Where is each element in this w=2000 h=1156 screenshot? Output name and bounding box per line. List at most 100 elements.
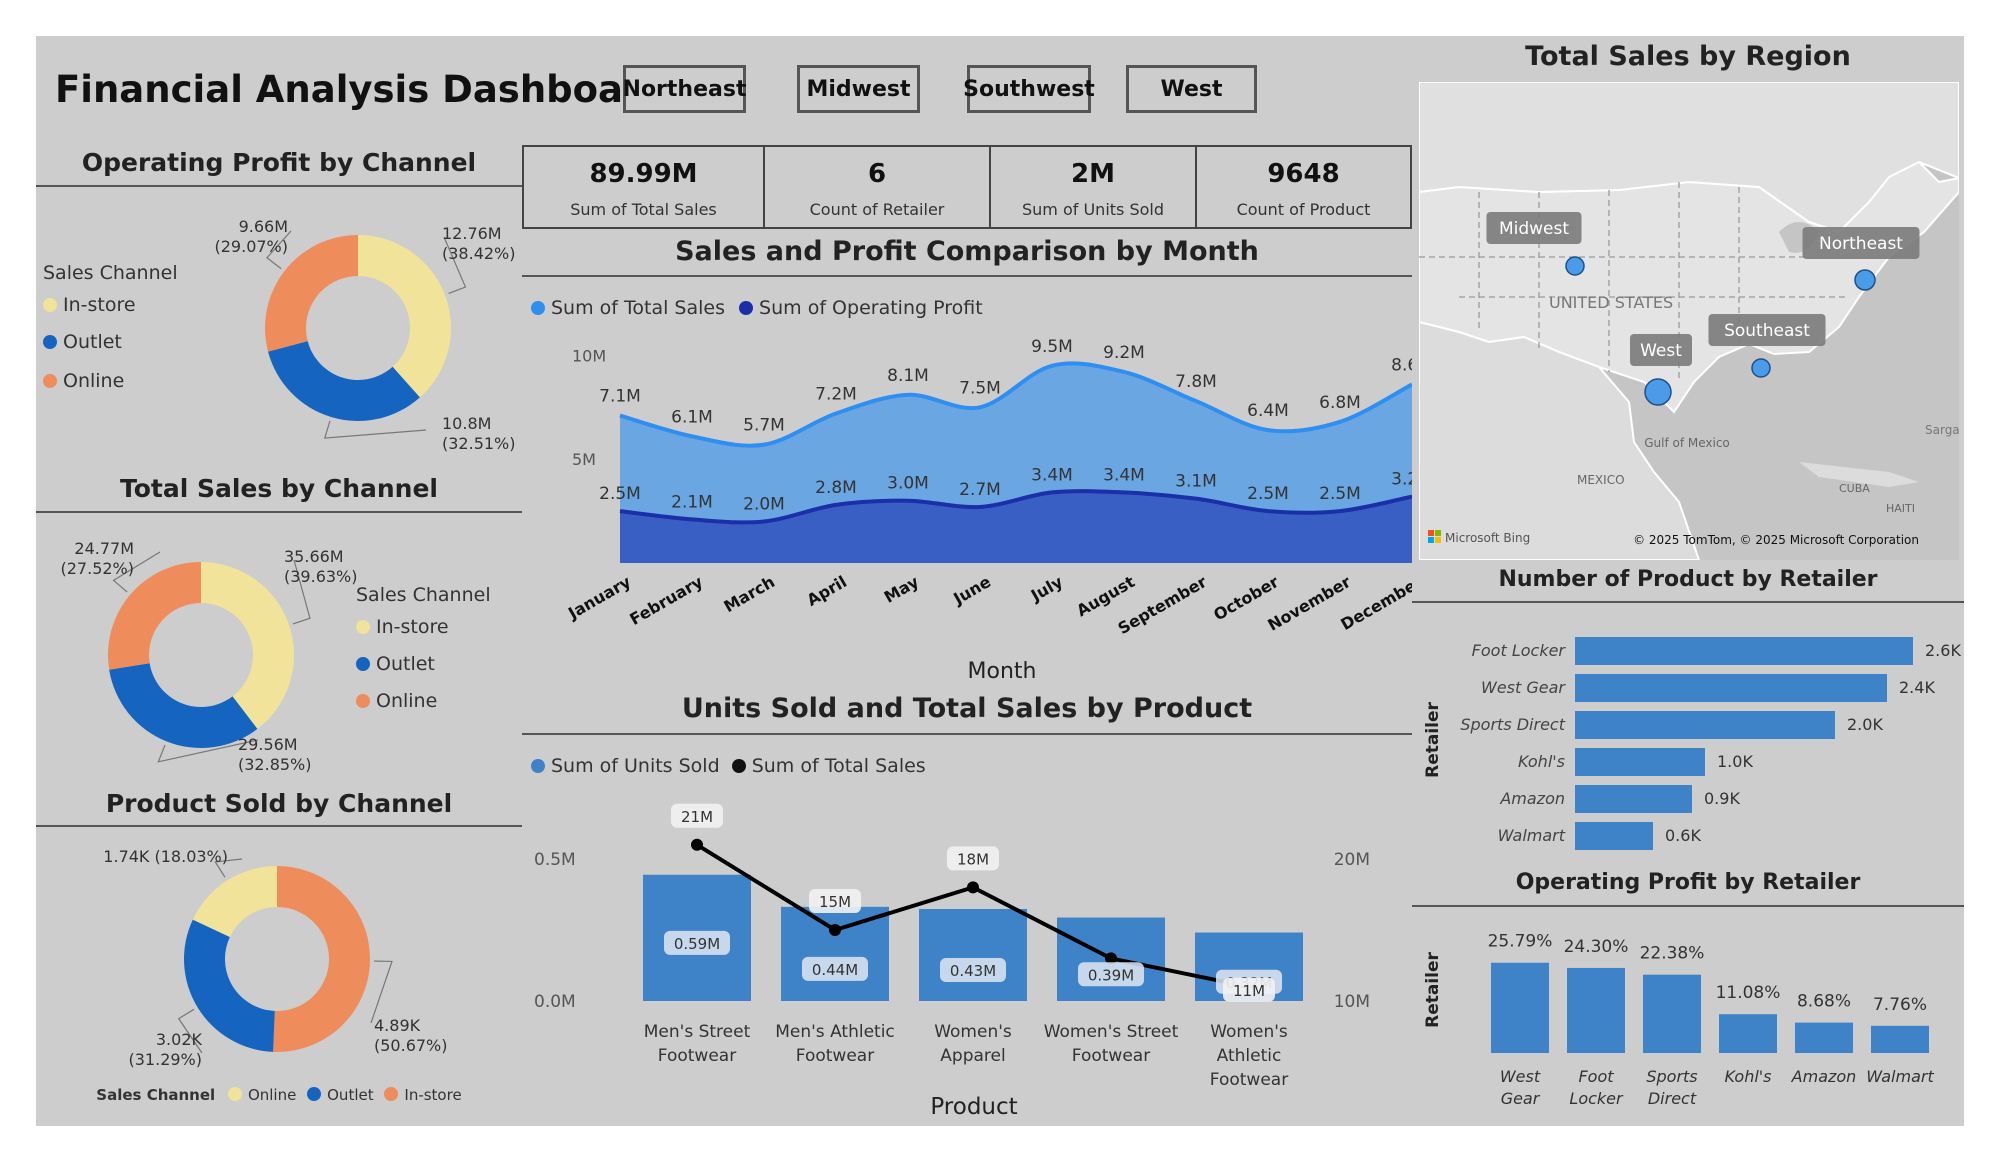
region-label: West — [1640, 341, 1682, 361]
slicer-southwest[interactable]: Southwest — [963, 65, 1095, 113]
bar — [1575, 674, 1887, 702]
x-tick-label: Direct — [1648, 1089, 1697, 1108]
slice-label: 35.66M — [284, 547, 344, 566]
bing-logo-icon — [1428, 530, 1434, 536]
region-map[interactable]: UNITED STATES MEXICO Gulf of Mexico CUBA HAI… — [1419, 82, 1959, 560]
slicer-northeast[interactable]: Northeast — [623, 65, 746, 113]
op-profit-retailer-bar-chart[interactable]: Retailer 25.79% West Gear 24.30% Foot Locker 22… — [1412, 910, 1964, 1126]
slicer-midwest[interactable]: Midwest — [797, 65, 920, 113]
map-title: Total Sales by Region — [1525, 41, 1851, 72]
divider — [522, 275, 1412, 277]
data-label: 8.1M — [887, 366, 929, 386]
kpi-value: 6 — [867, 159, 887, 189]
product-sold-donut[interactable]: 4.89K(50.67%) 3.02K(31.29%) 1.74K (18.03%) — [36, 835, 522, 1085]
data-label: 3.4M — [1031, 465, 1073, 485]
data-label: 5.7M — [743, 416, 785, 436]
map-place-label: Sargas — [1925, 423, 1959, 437]
bar — [1575, 637, 1913, 665]
x-tick-label: Footwear — [1072, 1046, 1150, 1066]
data-label: 2.1M — [671, 492, 713, 512]
slicer-west[interactable]: West — [1126, 65, 1257, 113]
map-place-label: MEXICO — [1577, 473, 1625, 487]
slice-pct: (39.63%) — [284, 567, 358, 586]
slice-pct: (29.07%) — [215, 237, 289, 256]
x-axis-title: Product — [930, 1094, 1017, 1120]
map-country-label: UNITED STATES — [1549, 293, 1673, 312]
x-tick-label: Amazon — [1791, 1067, 1857, 1086]
y-tick-label: Foot Locker — [1472, 641, 1567, 660]
x-tick-label: West — [1500, 1067, 1541, 1086]
data-label: 2.8M — [815, 478, 857, 498]
region-bubble — [1644, 378, 1672, 406]
x-tick-label: Women's — [934, 1022, 1012, 1042]
kpi-value: 2M — [1071, 159, 1115, 189]
data-label: 8.68% — [1797, 992, 1851, 1012]
bar — [1567, 967, 1625, 1053]
data-label: 9.2M — [1103, 343, 1145, 363]
data-label: 7.8M — [1175, 372, 1217, 392]
data-label: 6.4M — [1247, 401, 1289, 421]
kpi-value: 9648 — [1267, 159, 1340, 189]
kpi-product-count: 9648 Count of Product — [1195, 145, 1412, 229]
x-tick-label: Kohl's — [1724, 1067, 1771, 1086]
bar — [919, 908, 1027, 1001]
x-tick-label: February — [626, 572, 706, 629]
products-retailer-bar-chart[interactable]: Retailer Foot Locker 2.6K West Gear 2.4K Spor… — [1412, 610, 1964, 860]
kpi-value: 89.99M — [589, 159, 698, 189]
op-profit-donut[interactable]: 12.76M(38.42%) 10.8M(32.51%) 9.66M(29.07%) — [36, 195, 522, 465]
data-label: 11M — [1233, 982, 1265, 1000]
y-tick-right: 20M — [1334, 850, 1370, 870]
slice-label: 24.77M — [74, 539, 134, 558]
data-label: 7.2M — [815, 385, 857, 405]
data-label: 7.1M — [599, 387, 641, 407]
bar — [1491, 962, 1549, 1053]
donut-slice — [358, 235, 451, 398]
map-place-label: Gulf of Mexico — [1644, 436, 1730, 450]
legend-title: Sales Channel — [96, 1086, 216, 1104]
slice-pct: (38.42%) — [442, 244, 516, 263]
divider — [36, 185, 522, 187]
x-tick-label: Women's — [1210, 1022, 1288, 1042]
kpi-label: Sum of Units Sold — [1021, 200, 1164, 219]
y-axis-title: Retailer — [1423, 701, 1443, 777]
units-sales-combo-chart[interactable]: 0.5M0.0M20M10M0.59M0.44M0.43M0.39M0.32M2… — [522, 780, 1412, 1126]
products-retailer-title: Number of Product by Retailer — [1498, 567, 1878, 592]
data-label: 25.79% — [1488, 932, 1553, 952]
legend-swatch — [731, 759, 746, 773]
op-profit-channel-title: Operating Profit by Channel — [81, 148, 477, 177]
x-tick-label: Gear — [1501, 1089, 1541, 1108]
data-label: 2.4K — [1899, 678, 1935, 697]
data-label: 0.43M — [950, 962, 996, 980]
legend-label: Sum of Total Sales — [551, 297, 725, 319]
total-sales-channel-title: Total Sales by Channel — [119, 474, 439, 503]
total-sales-donut[interactable]: 35.66M(39.63%) 29.56M(32.85%) 24.77M(27.52… — [36, 520, 522, 790]
map-place-label: HAITI — [1886, 502, 1915, 515]
data-label: 3.4M — [1103, 465, 1145, 485]
y-tick-label: Amazon — [1499, 789, 1565, 808]
region-label: Midwest — [1499, 219, 1569, 239]
region-label: Northeast — [1819, 234, 1903, 254]
bar — [1575, 711, 1835, 739]
x-tick-label: Foot — [1578, 1067, 1614, 1086]
donut-slice — [109, 663, 258, 748]
bing-label: Microsoft Bing — [1445, 531, 1530, 545]
divider — [1412, 905, 1964, 907]
legend-label: Outlet — [327, 1086, 374, 1104]
slice-label: 10.8M — [442, 414, 491, 433]
divider — [36, 825, 522, 827]
x-tick-label: Sports — [1646, 1067, 1697, 1086]
sales-profit-area-chart[interactable]: 10M 5M 7.1M 6.1M 5.7M 7.2M 8.1M 7.5M 9.5M 9.2M 7.8… — [522, 320, 1412, 690]
x-tick-label: January — [564, 572, 634, 624]
data-label: 2.0M — [743, 494, 785, 514]
leader-line — [323, 420, 427, 439]
slice-label: 9.66M — [239, 217, 288, 236]
legend-label: Online — [247, 1086, 297, 1104]
region-bubble — [1854, 269, 1876, 291]
bar — [781, 906, 889, 1001]
data-label: 0.9K — [1704, 789, 1740, 808]
divider — [522, 733, 1412, 735]
combo-legend: Sum of Units Sold Sum of Total Sales — [531, 755, 926, 777]
x-tick-label: Apparel — [940, 1046, 1005, 1066]
bing-logo-icon — [1435, 537, 1441, 543]
legend-swatch — [739, 301, 754, 315]
